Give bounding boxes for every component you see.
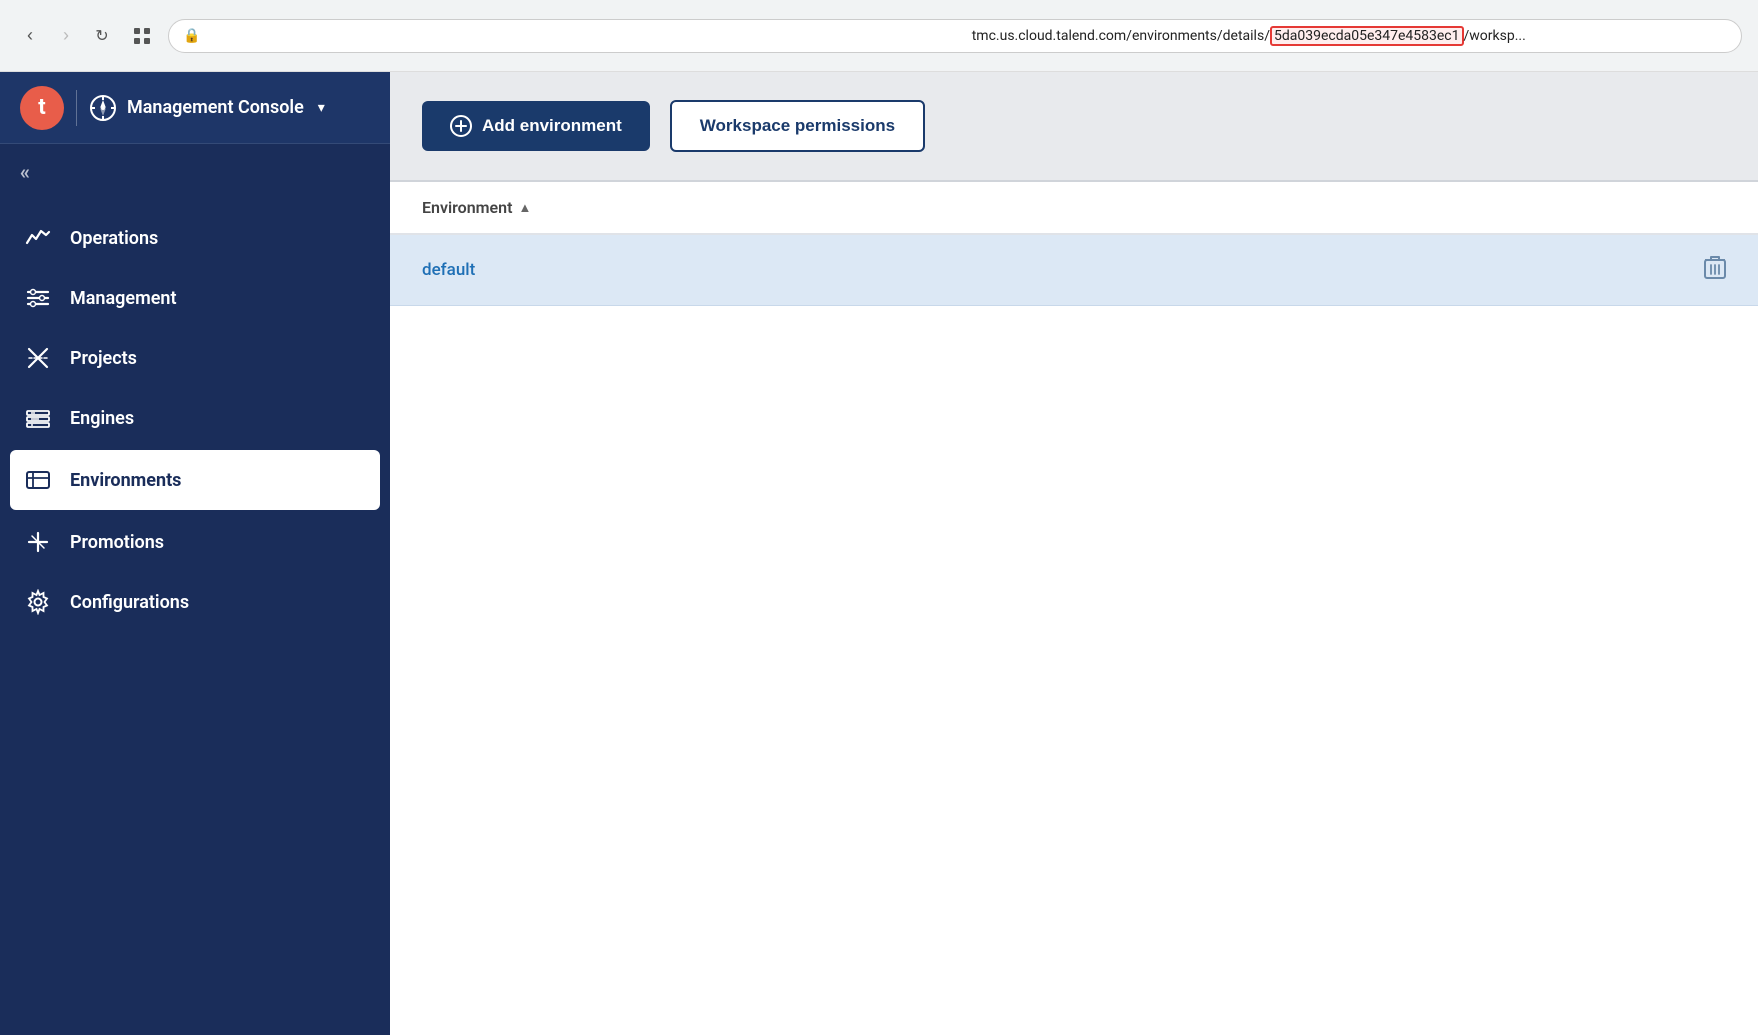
logo-letter: t (38, 95, 45, 120)
url-highlighted: 5da039ecda05e347e4583ec1 (1270, 26, 1464, 46)
sidebar-item-environments[interactable]: Environments (10, 450, 380, 510)
address-bar-text: tmc.us.cloud.talend.com/environments/det… (972, 26, 1727, 46)
table-container: Environment ▲ default (390, 182, 1758, 1035)
main-content: Add environment Workspace permissions En… (390, 72, 1758, 1035)
console-title: Management Console (127, 97, 304, 118)
add-icon (450, 115, 472, 137)
management-icon (24, 284, 52, 312)
sidebar-collapse-btn[interactable]: « (0, 144, 390, 200)
grid-button[interactable] (128, 22, 156, 50)
console-dropdown-arrow[interactable]: ▾ (318, 100, 325, 116)
operations-icon (24, 224, 52, 252)
compass-wrap: Management Console ▾ (89, 94, 325, 122)
environments-icon (24, 466, 52, 494)
table-header-row: Environment ▲ (390, 182, 1758, 235)
configurations-label: Configurations (70, 592, 189, 613)
sidebar-item-management[interactable]: Management (0, 268, 390, 328)
workspace-permissions-button[interactable]: Workspace permissions (670, 100, 925, 152)
sidebar-item-configurations[interactable]: Configurations (0, 572, 390, 632)
projects-icon (24, 344, 52, 372)
sidebar-item-operations[interactable]: Operations (0, 208, 390, 268)
sidebar-header: t Management Console ▾ (0, 72, 390, 144)
table-row: default (390, 235, 1758, 306)
projects-label: Projects (70, 348, 137, 369)
address-bar-input[interactable] (208, 28, 963, 44)
add-environment-label: Add environment (482, 116, 622, 136)
address-bar-container[interactable]: 🔒 tmc.us.cloud.talend.com/environments/d… (168, 19, 1742, 53)
environment-name-link[interactable]: default (422, 260, 475, 280)
engines-label: Engines (70, 408, 134, 429)
url-after: /worksp... (1464, 28, 1526, 44)
talend-logo: t (20, 86, 64, 130)
promotions-icon (24, 528, 52, 556)
url-before: tmc.us.cloud.talend.com/environments/det… (972, 28, 1270, 44)
engines-icon (24, 404, 52, 432)
promotions-label: Promotions (70, 532, 164, 553)
sidebar: t Management Console ▾ « (0, 72, 390, 1035)
column-environment[interactable]: Environment ▲ (422, 198, 531, 217)
sidebar-divider (76, 90, 77, 126)
collapse-arrows-icon[interactable]: « (20, 160, 30, 184)
configurations-icon (24, 588, 52, 616)
reload-button[interactable]: ↻ (88, 22, 116, 50)
app-container: t Management Console ▾ « (0, 72, 1758, 1035)
back-button[interactable]: ‹ (16, 22, 44, 50)
browser-chrome: ‹ › ↻ 🔒 tmc.us.cloud.talend.com/environm… (0, 0, 1758, 72)
environments-label: Environments (70, 470, 181, 491)
sidebar-nav: Operations Management (0, 200, 390, 1035)
nav-buttons: ‹ › ↻ (16, 22, 156, 50)
toolbar: Add environment Workspace permissions (390, 72, 1758, 182)
sidebar-item-promotions[interactable]: Promotions (0, 512, 390, 572)
compass-icon (89, 94, 117, 122)
column-environment-label: Environment (422, 198, 512, 217)
sidebar-item-projects[interactable]: Projects (0, 328, 390, 388)
sort-arrow-icon[interactable]: ▲ (518, 200, 531, 216)
management-label: Management (70, 288, 177, 309)
delete-row-icon[interactable] (1704, 255, 1726, 285)
operations-label: Operations (70, 228, 158, 249)
add-environment-button[interactable]: Add environment (422, 101, 650, 151)
sidebar-item-engines[interactable]: Engines (0, 388, 390, 448)
lock-icon: 🔒 (183, 28, 200, 44)
workspace-permissions-label: Workspace permissions (700, 116, 895, 135)
forward-button[interactable]: › (52, 22, 80, 50)
